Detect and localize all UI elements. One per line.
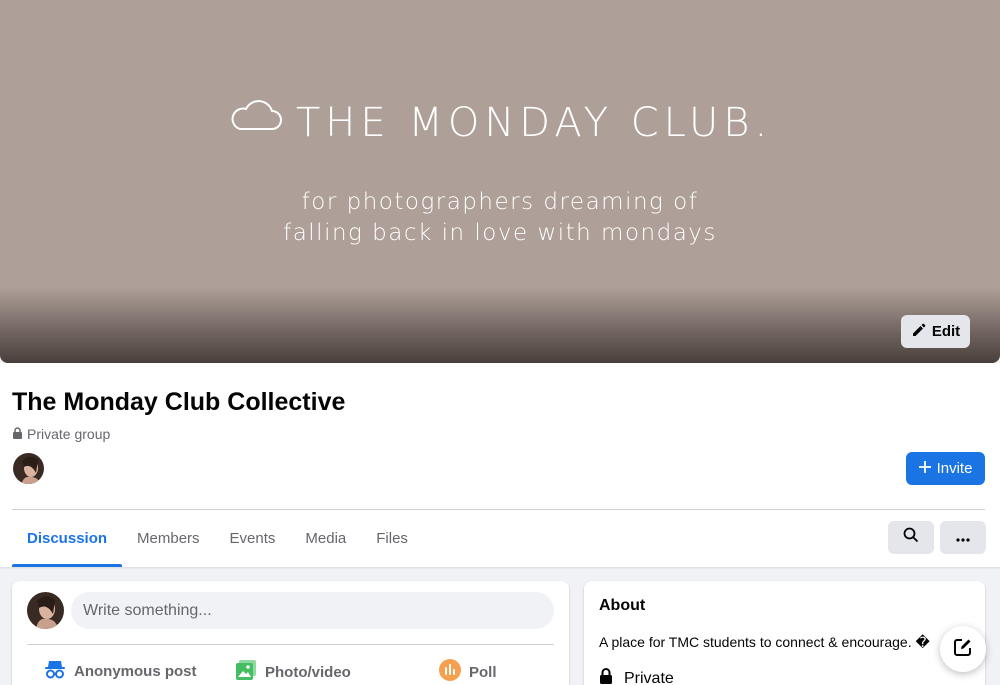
more-options-button[interactable] [940,521,986,554]
poll-label: Poll [469,663,497,681]
avatar[interactable] [12,452,45,485]
composer-placeholder: Write something... [83,601,212,619]
invite-label: Invite [936,460,973,477]
cover-subtitle-line2: falling back in love with mondays [283,220,717,246]
photo-video-label: Photo/video [265,663,351,681]
search-button[interactable] [888,521,934,554]
about-privacy-label: Private [624,669,674,685]
cloud-icon [228,96,282,142]
group-privacy: Private group [12,426,110,442]
poll-button[interactable]: Poll [439,659,497,685]
tab-files[interactable]: Files [361,510,423,567]
edit-cover-label: Edit [931,323,961,340]
anonymous-icon [44,659,66,683]
compose-icon [953,637,973,662]
tab-members[interactable]: Members [122,510,215,567]
write-something-input[interactable]: Write something... [71,592,554,629]
pencil-icon [911,322,927,342]
about-card: About A place for TMC students to connec… [584,581,985,685]
more-icon [956,529,970,547]
avatar[interactable] [27,592,64,629]
anonymous-post-label: Anonymous post [74,662,197,680]
about-privacy: Private [599,668,674,685]
cover-title-text: THE MONDAY CLUB. [295,100,773,146]
lock-icon [599,668,613,685]
about-title: About [599,597,646,614]
group-header: The Monday Club Collective Private group… [0,363,1000,567]
about-description: A place for TMC students to connect & en… [599,634,930,650]
tab-media[interactable]: Media [290,510,361,567]
group-privacy-label: Private group [27,426,111,442]
cover-title: THE MONDAY CLUB. [0,98,1000,146]
photo-video-button[interactable]: Photo/video [235,659,351,685]
tab-events[interactable]: Events [215,510,291,567]
plus-icon [918,460,931,477]
edit-cover-button[interactable]: Edit [901,315,970,348]
lock-icon [12,426,23,442]
poll-icon [439,659,461,685]
cover-subtitle-line1: for photographers dreaming of [301,189,699,215]
cover-gradient [0,288,1000,363]
photo-icon [235,659,257,685]
new-message-button[interactable] [940,626,986,672]
cover-photo: THE MONDAY CLUB. for photographers dream… [0,0,1000,363]
post-composer: Write something... Anonymous post Photo/… [12,581,569,685]
search-icon [903,527,919,548]
composer-divider [27,644,554,645]
group-tabs: Discussion Members Events Media Files [12,510,423,567]
group-name[interactable]: The Monday Club Collective [12,388,345,417]
invite-button[interactable]: Invite [906,452,985,485]
anonymous-post-button[interactable]: Anonymous post [44,659,197,683]
tab-discussion[interactable]: Discussion [12,510,123,567]
